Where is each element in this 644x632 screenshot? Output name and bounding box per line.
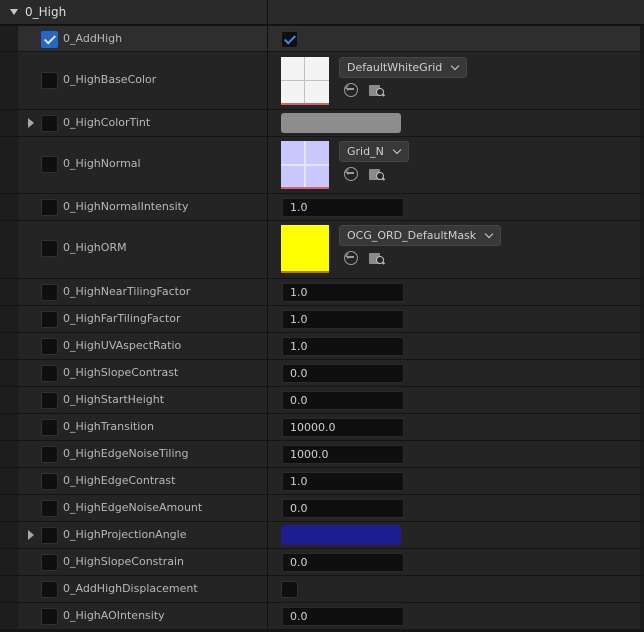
chevron-down-icon bbox=[484, 229, 494, 239]
override-checkbox[interactable] bbox=[41, 199, 58, 216]
use-selected-asset-icon[interactable] bbox=[343, 166, 359, 182]
browse-to-asset-icon[interactable] bbox=[369, 82, 386, 98]
asset-name: DefaultWhiteGrid bbox=[347, 61, 443, 74]
numeric-input[interactable]: 0.0 bbox=[282, 364, 404, 383]
caret-right-icon[interactable] bbox=[28, 118, 34, 128]
property-label: 0_HighSlopeContrast bbox=[63, 366, 179, 379]
property-label: 0_HighEdgeContrast bbox=[63, 474, 176, 487]
section-header-0-high[interactable]: 0_High bbox=[0, 0, 644, 25]
numeric-input[interactable]: 0.0 bbox=[282, 391, 404, 410]
caret-right-icon[interactable] bbox=[28, 530, 34, 540]
property-label: 0_HighColorTint bbox=[63, 116, 151, 129]
add-high-value-checkbox[interactable] bbox=[281, 31, 298, 48]
row-high-transition: 0_HighTransition 10000.0 bbox=[0, 414, 644, 441]
caret-down-icon[interactable] bbox=[10, 9, 18, 15]
numeric-input[interactable]: 1.0 bbox=[282, 337, 404, 356]
property-label: 0_HighNormalIntensity bbox=[63, 200, 189, 213]
row-high-edge-noise-tiling: 0_HighEdgeNoiseTiling 1000.0 bbox=[0, 441, 644, 468]
asset-name: OCG_ORD_DefaultMask bbox=[347, 229, 477, 242]
texture-thumbnail[interactable] bbox=[281, 141, 329, 189]
property-label: 0_HighNearTilingFactor bbox=[63, 285, 191, 298]
row-high-far-tiling-factor: 0_HighFarTilingFactor 1.0 bbox=[0, 306, 644, 333]
override-checkbox[interactable] bbox=[41, 156, 58, 173]
property-label: 0_HighSlopeConstrain bbox=[63, 555, 185, 568]
override-checkbox[interactable] bbox=[41, 500, 58, 517]
numeric-input[interactable]: 1000.0 bbox=[282, 445, 404, 464]
row-add-high-displacement: 0_AddHighDisplacement bbox=[0, 576, 644, 603]
numeric-input[interactable]: 1.0 bbox=[282, 198, 404, 217]
chevron-down-icon bbox=[392, 145, 402, 155]
section-title: 0_High bbox=[25, 5, 67, 19]
property-label: 0_HighEdgeNoiseAmount bbox=[63, 501, 203, 514]
numeric-input[interactable]: 0.0 bbox=[282, 607, 404, 626]
browse-to-asset-icon[interactable] bbox=[369, 250, 386, 266]
property-label: 0_HighBaseColor bbox=[63, 73, 157, 86]
asset-picker-combo[interactable]: DefaultWhiteGrid bbox=[339, 57, 468, 78]
row-high-orm: 0_HighORM OCG_ORD_DefaultMask bbox=[0, 221, 644, 279]
color-swatch[interactable] bbox=[281, 113, 401, 133]
override-checkbox[interactable] bbox=[41, 115, 58, 132]
property-label: 0_HighTransition bbox=[63, 420, 154, 433]
property-label: 0_HighStartHeight bbox=[63, 393, 165, 406]
row-high-start-height: 0_HighStartHeight 0.0 bbox=[0, 387, 644, 414]
browse-to-asset-icon[interactable] bbox=[369, 166, 386, 182]
property-label: 0_HighORM bbox=[63, 241, 127, 254]
row-high-projection-angle: 0_HighProjectionAngle bbox=[0, 522, 644, 549]
row-high-normal-intensity: 0_HighNormalIntensity 1.0 bbox=[0, 194, 644, 221]
property-label: 0_HighFarTilingFactor bbox=[63, 312, 181, 325]
row-high-edge-contrast: 0_HighEdgeContrast 1.0 bbox=[0, 468, 644, 495]
column-divider bbox=[267, 0, 268, 25]
override-checkbox[interactable] bbox=[41, 338, 58, 355]
numeric-input[interactable]: 0.0 bbox=[282, 553, 404, 572]
numeric-input[interactable]: 10000.0 bbox=[282, 418, 404, 437]
row-high-base-color: 0_HighBaseColor DefaultWhiteGrid bbox=[0, 52, 644, 110]
asset-picker-combo[interactable]: OCG_ORD_DefaultMask bbox=[339, 225, 502, 246]
asset-picker-combo[interactable]: Grid_N bbox=[339, 141, 409, 162]
row-add-high: 0_AddHigh bbox=[0, 26, 644, 52]
property-label: 0_HighUVAspectRatio bbox=[63, 339, 182, 352]
property-label: 0_AddHigh bbox=[63, 32, 123, 45]
row-high-uv-aspect-ratio: 0_HighUVAspectRatio 1.0 bbox=[0, 333, 644, 360]
numeric-input[interactable]: 1.0 bbox=[282, 283, 404, 302]
add-high-displacement-value-checkbox[interactable] bbox=[281, 581, 298, 598]
override-checkbox[interactable] bbox=[41, 31, 58, 48]
override-checkbox[interactable] bbox=[41, 392, 58, 409]
override-checkbox[interactable] bbox=[41, 527, 58, 544]
texture-thumbnail[interactable] bbox=[281, 225, 329, 273]
row-high-slope-constrain: 0_HighSlopeConstrain 0.0 bbox=[0, 549, 644, 576]
override-checkbox[interactable] bbox=[41, 608, 58, 625]
row-high-normal: 0_HighNormal Grid_N bbox=[0, 137, 644, 194]
override-checkbox[interactable] bbox=[41, 554, 58, 571]
property-label: 0_AddHighDisplacement bbox=[63, 582, 198, 595]
override-checkbox[interactable] bbox=[41, 72, 58, 89]
property-rows: 0_AddHigh 0_HighBaseColor DefaultWhiteGr… bbox=[0, 26, 644, 630]
override-checkbox[interactable] bbox=[41, 446, 58, 463]
override-checkbox[interactable] bbox=[41, 240, 58, 257]
override-checkbox[interactable] bbox=[41, 419, 58, 436]
asset-name: Grid_N bbox=[347, 145, 384, 158]
override-checkbox[interactable] bbox=[41, 311, 58, 328]
use-selected-asset-icon[interactable] bbox=[343, 250, 359, 266]
color-swatch[interactable] bbox=[281, 525, 401, 545]
property-label: 0_HighEdgeNoiseTiling bbox=[63, 447, 189, 460]
use-selected-asset-icon[interactable] bbox=[343, 82, 359, 98]
property-label: 0_HighProjectionAngle bbox=[63, 528, 187, 541]
chevron-down-icon bbox=[451, 61, 460, 71]
numeric-input[interactable]: 1.0 bbox=[282, 310, 404, 329]
override-checkbox[interactable] bbox=[41, 365, 58, 382]
row-high-color-tint: 0_HighColorTint bbox=[0, 110, 644, 137]
override-checkbox[interactable] bbox=[41, 473, 58, 490]
row-high-ao-intensity: 0_HighAOIntensity 0.0 bbox=[0, 603, 644, 630]
override-checkbox[interactable] bbox=[41, 581, 58, 598]
override-checkbox[interactable] bbox=[41, 284, 58, 301]
row-high-edge-noise-amount: 0_HighEdgeNoiseAmount 0.0 bbox=[0, 495, 644, 522]
row-high-near-tiling-factor: 0_HighNearTilingFactor 1.0 bbox=[0, 279, 644, 306]
numeric-input[interactable]: 0.0 bbox=[282, 499, 404, 518]
row-high-slope-contrast: 0_HighSlopeContrast 0.0 bbox=[0, 360, 644, 387]
texture-thumbnail[interactable] bbox=[281, 57, 329, 105]
numeric-input[interactable]: 1.0 bbox=[282, 472, 404, 491]
property-label: 0_HighAOIntensity bbox=[63, 609, 165, 622]
property-label: 0_HighNormal bbox=[63, 157, 141, 170]
